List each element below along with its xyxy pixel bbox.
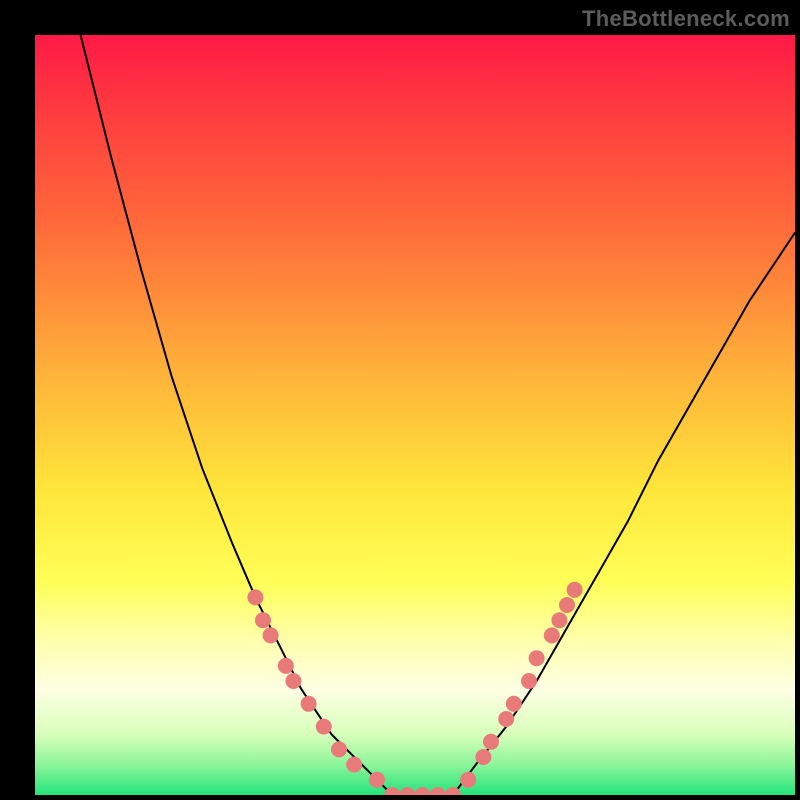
data-marker <box>331 741 347 757</box>
data-marker <box>399 787 415 795</box>
data-marker <box>301 696 317 712</box>
data-marker <box>460 772 476 788</box>
data-marker <box>415 787 431 795</box>
watermark-text: TheBottleneck.com <box>582 6 790 32</box>
data-marker <box>285 673 301 689</box>
data-marker <box>475 749 491 765</box>
curve-right-branch <box>453 233 795 795</box>
data-marker <box>544 627 560 643</box>
data-marker <box>559 597 575 613</box>
data-marker <box>529 650 545 666</box>
data-marker <box>498 711 514 727</box>
data-marker <box>247 589 263 605</box>
data-marker <box>567 582 583 598</box>
data-marker <box>506 696 522 712</box>
data-marker <box>346 757 362 773</box>
data-marker <box>278 658 294 674</box>
curve-left-branch <box>81 35 393 795</box>
data-marker <box>521 673 537 689</box>
data-marker <box>263 627 279 643</box>
chart-frame: TheBottleneck.com <box>0 0 800 800</box>
chart-svg <box>35 35 795 795</box>
data-marker <box>551 612 567 628</box>
data-marker <box>430 787 446 795</box>
data-marker <box>255 612 271 628</box>
chart-plot-area <box>35 35 795 795</box>
data-marker <box>316 719 332 735</box>
data-marker <box>483 734 499 750</box>
data-marker <box>369 772 385 788</box>
